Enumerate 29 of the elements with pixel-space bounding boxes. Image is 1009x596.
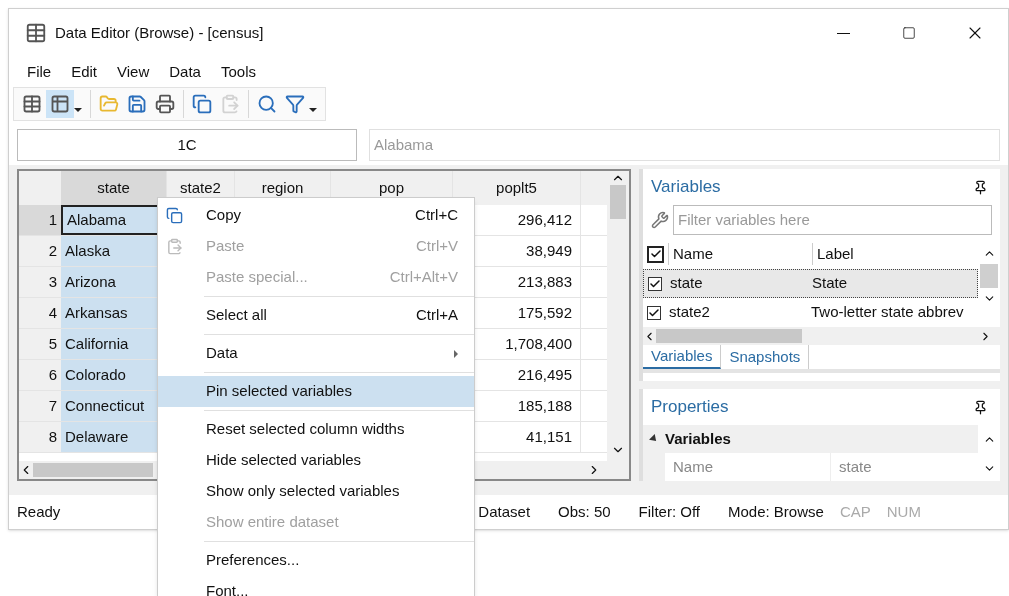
status-text: Ready — [17, 501, 61, 522]
menu-label: Select all — [206, 305, 267, 326]
menu-label: Preferences... — [206, 550, 300, 571]
variable-label: State — [812, 273, 848, 294]
status-text: Filter: Off — [638, 501, 700, 522]
status-text: Obs: 50 — [558, 501, 611, 522]
property-value: state — [838, 456, 872, 477]
menu-label: Copy — [206, 205, 242, 226]
menu-label: Show entire dataset — [206, 512, 339, 533]
menu-label: Reset selected column widths — [206, 419, 405, 440]
variable-label: Two-letter state abbrev — [811, 302, 964, 323]
panel-title: Variables — [651, 176, 721, 199]
menu-label: Paste — [206, 236, 245, 257]
menu-label: Font... — [206, 581, 249, 596]
property-group: Variables — [665, 427, 731, 451]
property-name: Name — [665, 453, 831, 481]
status-text: Dataset — [478, 501, 531, 522]
variable-name: state — [670, 273, 704, 294]
panel-title: Properties — [651, 396, 729, 419]
status-text: NUM — [886, 501, 921, 522]
variable-name: state2 — [669, 302, 711, 323]
menu-label: Show only selected variables — [206, 481, 400, 502]
menu-label: Data — [206, 343, 238, 364]
menu-label: Pin selected variables — [206, 381, 352, 402]
window-title: Data Editor (Browse) - [census] — [55, 22, 264, 43]
menu-label: Paste special... — [206, 267, 308, 288]
status-text: CAP — [839, 501, 871, 522]
status-text: Mode: Browse — [728, 501, 824, 522]
menu-label: Hide selected variables — [206, 450, 362, 471]
